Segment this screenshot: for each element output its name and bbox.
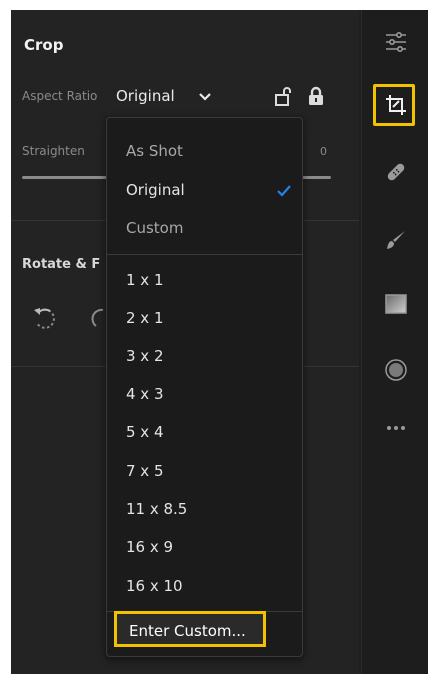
menu-item-ratio[interactable]: 3 x 2 [126,347,164,365]
crop-icon[interactable] [384,93,408,117]
menu-item-original[interactable]: Original [126,181,185,199]
aspect-ratio-label: Aspect Ratio [22,89,98,103]
more-icon[interactable] [384,416,408,440]
menu-item-ratio[interactable]: 5 x 4 [126,423,164,441]
radial-gradient-icon[interactable] [384,358,408,382]
menu-item-as-shot[interactable]: As Shot [126,142,183,160]
menu-item-ratio[interactable]: 7 x 5 [126,462,164,480]
aspect-ratio-dropdown: As Shot Original Custom 1 x 1 2 x 1 3 x … [106,117,303,657]
bandage-icon[interactable] [384,160,408,184]
unlock-aspect-icon[interactable] [273,86,293,106]
linear-gradient-icon[interactable] [384,292,408,316]
menu-item-ratio[interactable]: 16 x 10 [126,577,183,595]
menu-item-ratio[interactable]: 1 x 1 [126,271,164,289]
app-window: Crop Aspect Ratio Original Straighten 0 … [11,10,428,674]
chevron-down-icon[interactable] [199,92,211,102]
menu-item-ratio[interactable]: 2 x 1 [126,309,164,327]
menu-item-custom[interactable]: Custom [126,219,183,237]
menu-item-ratio[interactable]: 4 x 3 [126,385,164,403]
aspect-ratio-select[interactable]: Original [116,87,175,105]
enter-custom-label: Enter Custom... [129,622,246,640]
panel-title: Crop [24,36,64,54]
sliders-icon[interactable] [384,30,408,54]
lock-aspect-icon[interactable] [306,86,326,106]
checkmark-icon [277,185,291,197]
crop-panel: Crop Aspect Ratio Original Straighten 0 … [11,10,359,674]
menu-item-ratio[interactable]: 16 x 9 [126,538,173,556]
enter-custom-button[interactable]: Enter Custom... [114,611,266,647]
tool-rail [361,10,428,674]
menu-divider [107,254,302,255]
rotate-flip-label: Rotate & F [22,257,101,272]
brush-icon[interactable] [384,228,408,252]
menu-item-ratio[interactable]: 11 x 8.5 [126,500,187,518]
rotate-left-icon[interactable] [30,304,60,334]
straighten-label: Straighten [22,144,85,158]
straighten-value: 0 [320,145,327,158]
